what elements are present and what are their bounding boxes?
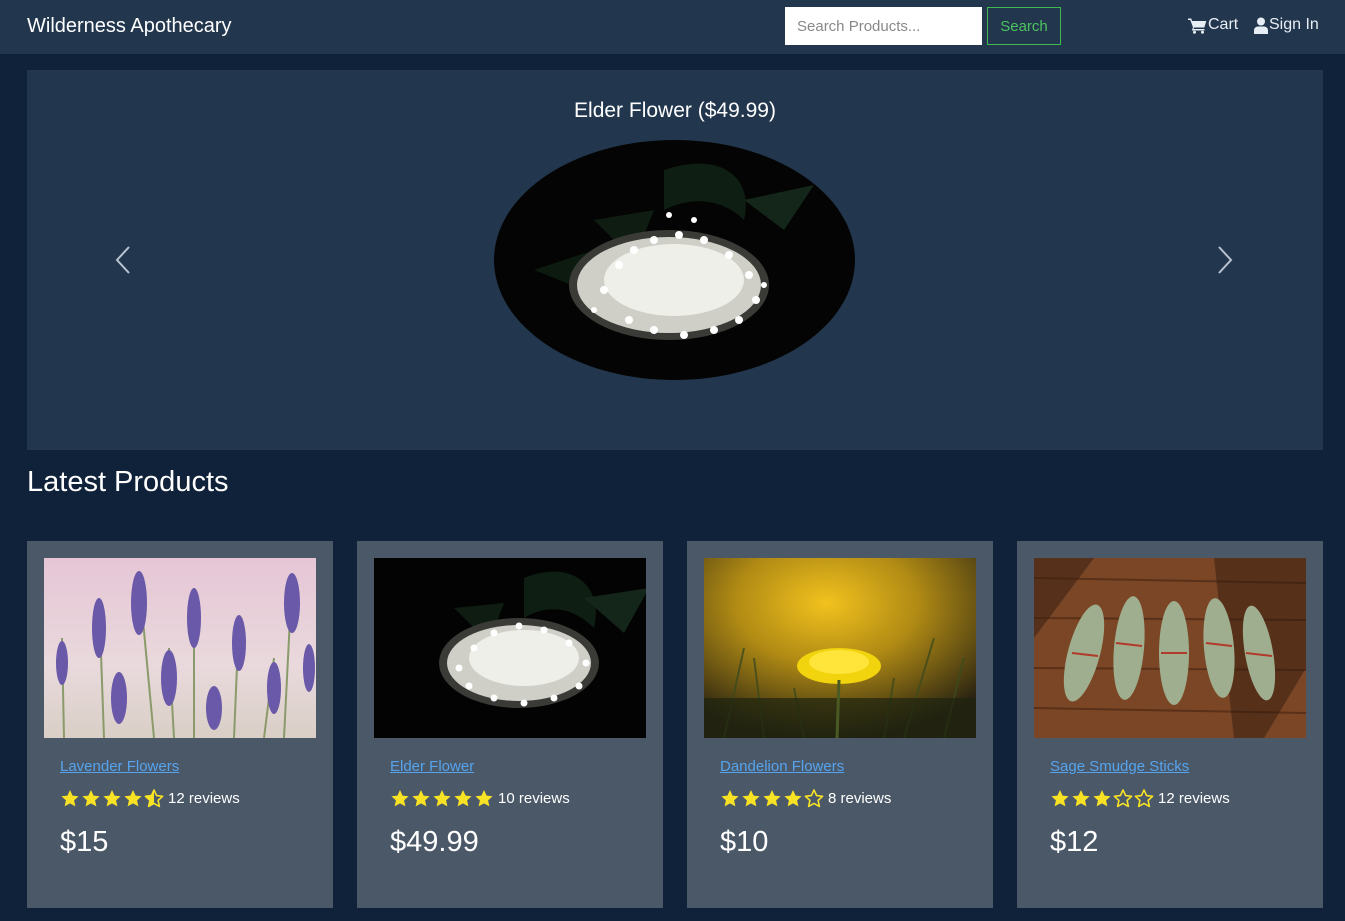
star-filled-icon bbox=[391, 790, 409, 807]
product-rating: 8 reviews bbox=[720, 789, 891, 808]
review-count: 12 reviews bbox=[1158, 790, 1230, 807]
star-filled-icon bbox=[1051, 790, 1069, 807]
star-filled-icon bbox=[475, 790, 493, 807]
product-rating: 12 reviews bbox=[60, 789, 240, 808]
review-count: 10 reviews bbox=[498, 790, 570, 807]
product-card: Dandelion Flowers 8 reviews $10 bbox=[687, 541, 993, 908]
star-empty-icon bbox=[1113, 789, 1133, 808]
product-price: $49.99 bbox=[390, 826, 479, 858]
star-half-icon bbox=[144, 789, 164, 808]
carousel-next-button[interactable] bbox=[1212, 244, 1236, 276]
star-filled-icon bbox=[1093, 790, 1111, 807]
signin-label: Sign In bbox=[1269, 16, 1319, 33]
cart-label: Cart bbox=[1208, 16, 1239, 33]
search-form: Search bbox=[785, 7, 1061, 45]
signin-link[interactable]: Sign In bbox=[1254, 16, 1319, 34]
product-title-link[interactable]: Lavender Flowers bbox=[60, 758, 179, 775]
star-filled-icon bbox=[61, 790, 79, 807]
chevron-left-icon bbox=[115, 246, 130, 274]
cart-link[interactable]: Cart bbox=[1188, 16, 1238, 34]
product-card: Lavender Flowers 12 reviews $15 bbox=[27, 541, 333, 908]
star-filled-icon bbox=[124, 790, 142, 807]
navbar: Wilderness Apothecary Search Cart Sign I… bbox=[0, 0, 1345, 54]
product-image-dandelion[interactable] bbox=[704, 558, 976, 738]
carousel-prev-button[interactable] bbox=[112, 244, 136, 276]
star-empty-icon bbox=[1134, 789, 1154, 808]
review-count: 8 reviews bbox=[828, 790, 892, 807]
chevron-right-icon bbox=[1218, 246, 1233, 274]
product-price: $10 bbox=[720, 826, 769, 858]
review-count: 12 reviews bbox=[168, 790, 240, 807]
rating-stars bbox=[60, 789, 165, 808]
star-filled-icon bbox=[784, 790, 802, 807]
star-filled-icon bbox=[454, 790, 472, 807]
product-image-lavender[interactable] bbox=[44, 558, 316, 738]
star-filled-icon bbox=[103, 790, 121, 807]
star-filled-icon bbox=[1072, 790, 1090, 807]
product-carousel: Elder Flower ($49.99) bbox=[27, 70, 1323, 450]
section-title: Latest Products bbox=[27, 466, 229, 498]
product-price: $15 bbox=[60, 826, 109, 858]
star-filled-icon bbox=[82, 790, 100, 807]
search-button[interactable]: Search bbox=[987, 7, 1061, 45]
product-rating: 12 reviews bbox=[1050, 789, 1230, 808]
rating-stars bbox=[720, 789, 825, 808]
product-image-sage[interactable] bbox=[1034, 558, 1306, 738]
star-filled-icon bbox=[742, 790, 760, 807]
search-input[interactable] bbox=[785, 7, 982, 45]
product-card: Sage Smudge Sticks 12 reviews $12 bbox=[1017, 541, 1323, 908]
product-rating: 10 reviews bbox=[390, 789, 570, 808]
cart-icon bbox=[1188, 18, 1207, 34]
rating-stars bbox=[390, 789, 495, 808]
star-filled-icon bbox=[412, 790, 430, 807]
star-filled-icon bbox=[763, 790, 781, 807]
product-title-link[interactable]: Sage Smudge Sticks bbox=[1050, 758, 1189, 775]
carousel-image-elder-flower[interactable] bbox=[494, 140, 855, 380]
product-title-link[interactable]: Dandelion Flowers bbox=[720, 758, 844, 775]
star-filled-icon bbox=[433, 790, 451, 807]
product-price: $12 bbox=[1050, 826, 1099, 858]
brand-logo[interactable]: Wilderness Apothecary bbox=[27, 15, 232, 38]
star-empty-icon bbox=[804, 789, 824, 808]
product-title-link[interactable]: Elder Flower bbox=[390, 758, 474, 775]
product-image-elder-flower[interactable] bbox=[374, 558, 646, 738]
star-filled-icon bbox=[721, 790, 739, 807]
product-card: Elder Flower 10 reviews $49.99 bbox=[357, 541, 663, 908]
user-icon bbox=[1254, 17, 1268, 34]
rating-stars bbox=[1050, 789, 1155, 808]
carousel-caption[interactable]: Elder Flower ($49.99) bbox=[27, 99, 1323, 123]
